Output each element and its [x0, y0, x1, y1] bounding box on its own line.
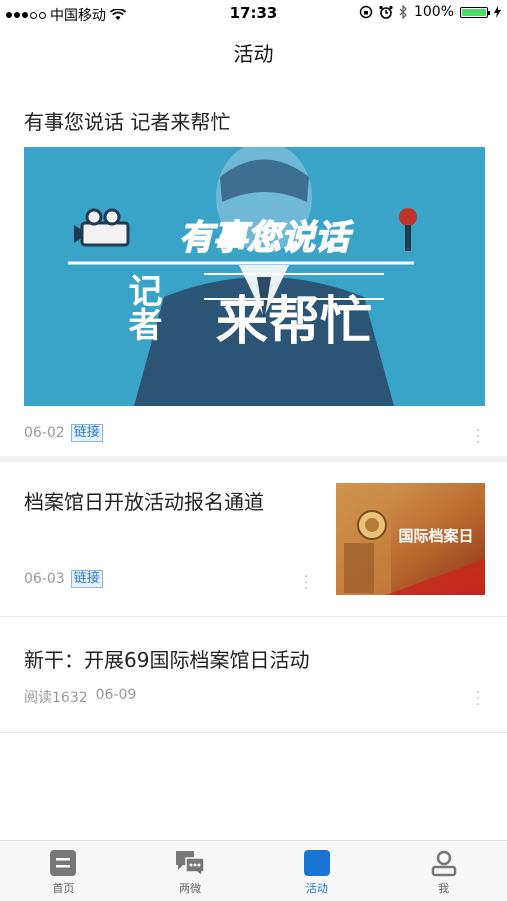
page-title: 活动: [233, 42, 274, 66]
tab-label: 两微: [179, 882, 202, 895]
user-icon: [431, 850, 456, 877]
divider: [0, 616, 507, 617]
tab-home[interactable]: 首页: [0, 841, 127, 901]
read-count: 阅读1632: [24, 690, 88, 706]
tab-weibo-wechat[interactable]: 两微: [127, 841, 254, 901]
tab-label: 首页: [52, 882, 75, 895]
more-options-icon[interactable]: · · ·: [475, 686, 481, 712]
tab-activity[interactable]: 活动: [254, 841, 381, 901]
rotation-lock-icon: [359, 5, 373, 19]
article-meta: 06-03 链接: [24, 570, 103, 588]
article-date: 06-09: [95, 687, 137, 703]
divider: [0, 456, 507, 462]
more-options-icon[interactable]: · · ·: [475, 424, 481, 450]
tab-label: 活动: [305, 882, 328, 895]
banner-main-text: 来帮忙: [216, 292, 372, 352]
article-date: 06-02: [24, 425, 65, 441]
article-title[interactable]: 有事您说话 记者来帮忙: [24, 106, 230, 135]
banner-left-text: 记者: [122, 273, 162, 341]
article-title[interactable]: 新干：开展69国际档案馆日活动: [24, 644, 309, 673]
article-title[interactable]: 档案馆日开放活动报名通道: [24, 486, 314, 515]
status-bar: 中国移动 17:33 100%: [0, 0, 507, 27]
battery-icon: [460, 6, 490, 18]
link-badge: 链接: [70, 424, 103, 442]
article-date: 06-03: [24, 571, 65, 587]
divider: [0, 732, 507, 733]
battery-percent: 100%: [413, 4, 454, 20]
article-meta: 阅读1632 06-09: [24, 687, 136, 707]
charging-bolt-icon: [494, 6, 501, 18]
tab-label: 我: [438, 882, 450, 895]
activity-square-icon: [303, 850, 330, 876]
thumbnail-text: 国际档案日: [398, 527, 473, 545]
tab-bar: 首页 两微 活动 我: [0, 840, 507, 901]
tab-me[interactable]: 我: [380, 841, 507, 901]
article-meta: 06-02 链接: [24, 424, 103, 442]
article-thumbnail[interactable]: 国际档案日: [336, 483, 485, 595]
home-doc-icon: [50, 850, 77, 876]
link-badge: 链接: [70, 570, 103, 588]
alarm-icon: [379, 5, 393, 19]
chat-bubbles-icon: [176, 851, 205, 877]
article-banner-image[interactable]: 有事您说话 记者 来帮忙: [24, 147, 485, 406]
banner-top-text: 有事您说话: [179, 218, 354, 258]
more-options-icon[interactable]: · · ·: [303, 570, 309, 596]
bluetooth-icon: [399, 5, 407, 19]
